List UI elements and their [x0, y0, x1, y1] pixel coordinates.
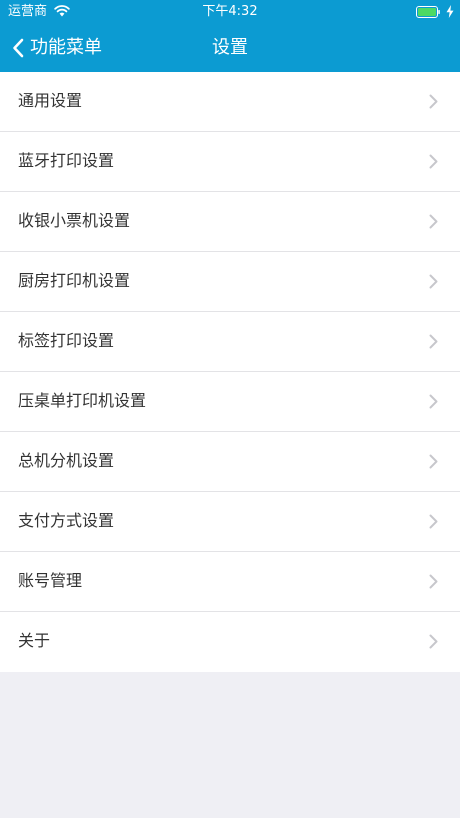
- top-bar: 运营商 下午4:32 功能菜单 设置: [0, 0, 460, 72]
- chevron-right-icon: [429, 94, 438, 109]
- menu-item-account-management[interactable]: 账号管理: [0, 552, 460, 612]
- page-title: 设置: [212, 37, 248, 58]
- charging-bolt-icon: [446, 5, 454, 18]
- chevron-right-icon: [429, 394, 438, 409]
- status-time: 下午4:32: [202, 4, 258, 19]
- menu-item-bluetooth-print-settings[interactable]: 蓝牙打印设置: [0, 132, 460, 192]
- menu-item-table-slip-printer-settings[interactable]: 压桌单打印机设置: [0, 372, 460, 432]
- chevron-right-icon: [429, 334, 438, 349]
- menu-item-kitchen-printer-settings[interactable]: 厨房打印机设置: [0, 252, 460, 312]
- menu-item-label: 蓝牙打印设置: [18, 151, 115, 170]
- menu-item-label: 支付方式设置: [18, 511, 115, 530]
- menu-item-label: 账号管理: [18, 571, 83, 590]
- menu-item-label: 压桌单打印机设置: [18, 391, 147, 410]
- settings-menu: 通用设置 蓝牙打印设置 收银小票机设置 厨房打印机设置 标签打印设置 压桌单打印…: [0, 72, 460, 672]
- menu-item-about[interactable]: 关于: [0, 612, 460, 672]
- menu-item-label-print-settings[interactable]: 标签打印设置: [0, 312, 460, 372]
- chevron-right-icon: [429, 454, 438, 469]
- menu-item-label: 标签打印设置: [18, 331, 115, 350]
- chevron-right-icon: [429, 214, 438, 229]
- chevron-right-icon: [429, 574, 438, 589]
- chevron-right-icon: [429, 274, 438, 289]
- status-bar: 运营商 下午4:32: [0, 0, 460, 24]
- menu-item-label: 收银小票机设置: [18, 211, 131, 230]
- navigation-bar: 功能菜单 设置: [0, 24, 460, 72]
- menu-item-label: 总机分机设置: [18, 451, 115, 470]
- menu-item-label: 通用设置: [18, 91, 83, 110]
- menu-item-receipt-printer-settings[interactable]: 收银小票机设置: [0, 192, 460, 252]
- chevron-right-icon: [429, 514, 438, 529]
- battery-icon: [416, 6, 440, 18]
- menu-item-payment-method-settings[interactable]: 支付方式设置: [0, 492, 460, 552]
- chevron-right-icon: [429, 634, 438, 649]
- menu-item-label: 厨房打印机设置: [18, 271, 131, 290]
- chevron-right-icon: [429, 154, 438, 169]
- menu-item-general-settings[interactable]: 通用设置: [0, 72, 460, 132]
- menu-item-label: 关于: [18, 631, 51, 650]
- menu-item-main-extension-settings[interactable]: 总机分机设置: [0, 432, 460, 492]
